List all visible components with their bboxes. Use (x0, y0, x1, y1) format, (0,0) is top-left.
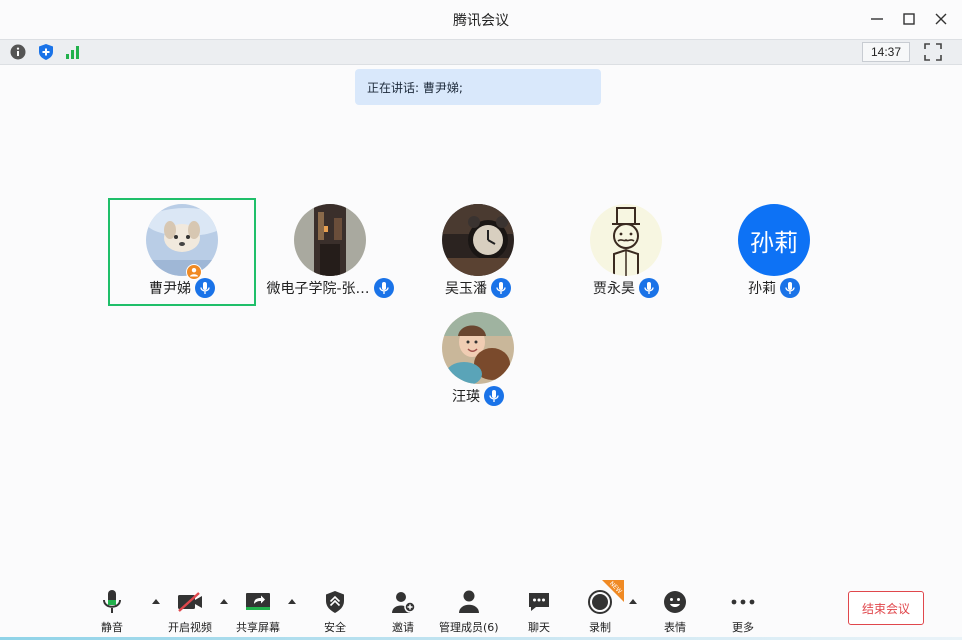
microphone-icon (785, 282, 795, 294)
meeting-info-button[interactable] (9, 43, 27, 61)
avatar (294, 204, 366, 276)
invite-label: 邀请 (392, 621, 414, 634)
participant-tile-caoyindi[interactable]: 曹尹娣 (108, 198, 256, 306)
security-button[interactable]: 安全 (321, 588, 349, 635)
mic-status-button[interactable] (195, 278, 215, 298)
participant-name: 贾永昊 (593, 281, 635, 297)
participant-name-row: 孙莉 (700, 278, 848, 298)
more-label: 更多 (732, 621, 754, 634)
reactions-button[interactable]: 表情 (661, 588, 689, 635)
participant-name-row: 曹尹娣 (110, 278, 254, 298)
participant-name-row: 吴玉潘 (404, 278, 552, 298)
security-status-button[interactable] (37, 43, 55, 61)
avatar-cartoon-top-hat-man (590, 204, 662, 276)
share-options-caret[interactable] (287, 596, 297, 606)
minimize-button[interactable] (866, 8, 888, 30)
close-icon (935, 13, 947, 25)
mic-status-button[interactable] (639, 278, 659, 298)
more-icon (731, 599, 755, 605)
microphone-icon (378, 282, 389, 294)
video-label: 开启视频 (168, 621, 212, 634)
participant-name-row: 汪瑛 (404, 386, 552, 406)
microphone-icon (489, 390, 499, 402)
chat-icon (529, 593, 549, 611)
info-bar: 14:37 (0, 39, 962, 65)
participant-name: 曹尹娣 (149, 281, 191, 297)
audio-options-caret[interactable] (151, 596, 161, 606)
reactions-label: 表情 (664, 621, 686, 634)
new-badge-icon: NEW (602, 580, 624, 602)
participant-name: 孙莉 (748, 281, 776, 297)
active-speaker-banner: 正在讲话: 曹尹娣; (355, 69, 601, 105)
network-status-button[interactable] (64, 43, 82, 61)
window-title: 腾讯会议 (453, 13, 509, 29)
video-options-caret[interactable] (219, 596, 229, 606)
avatar (442, 312, 514, 384)
avatar (590, 204, 662, 276)
avatar (442, 204, 514, 276)
fullscreen-button[interactable] (924, 43, 942, 61)
start-video-button[interactable]: 开启视频 (168, 588, 212, 635)
security-label: 安全 (324, 621, 346, 634)
microphone-icon (103, 590, 121, 613)
shield-icon (39, 44, 53, 60)
info-icon (10, 44, 26, 60)
add-user-icon (392, 592, 416, 613)
mic-status-button[interactable] (373, 278, 394, 298)
mic-status-button[interactable] (484, 386, 504, 406)
participant-name-row: 贾永昊 (552, 278, 700, 298)
video-off-icon (178, 592, 202, 612)
mute-button[interactable]: 静音 (98, 588, 126, 635)
participant-name: 吴玉潘 (445, 281, 487, 297)
avatar-photo-street-night (294, 204, 366, 276)
mic-status-button[interactable] (780, 278, 800, 298)
members-icon (458, 590, 479, 613)
mic-status-button[interactable] (491, 278, 511, 298)
close-button[interactable] (930, 8, 952, 30)
chat-label: 聊天 (528, 621, 550, 634)
chat-button[interactable]: 聊天 (525, 588, 553, 635)
meeting-toolbar: 静音 开启视频 共享屏幕 安全 邀请 管理成员(6) 聊天 NEW 录制 表情 (0, 580, 962, 640)
window-controls (866, 8, 952, 30)
avatar-photo-alarm-clock (442, 204, 514, 276)
maximize-icon (903, 13, 915, 25)
participant-name: 汪瑛 (452, 389, 480, 405)
participant-name-row: 微电子学院-张… (256, 278, 404, 298)
record-button[interactable]: NEW 录制 (586, 580, 624, 635)
mute-label: 静音 (101, 621, 123, 634)
invite-button[interactable]: 邀请 (389, 588, 417, 635)
smile-icon (664, 591, 686, 613)
participant-tile-wangying[interactable]: 汪瑛 (404, 306, 552, 414)
manage-members-button[interactable]: 管理成员(6) (439, 588, 499, 635)
record-options-caret[interactable] (628, 596, 638, 606)
share-screen-button[interactable]: 共享屏幕 (236, 588, 280, 635)
title-bar: 腾讯会议 (0, 0, 962, 38)
share-label: 共享屏幕 (236, 621, 280, 634)
avatar (146, 204, 218, 276)
avatar: 孙莉 (738, 204, 810, 276)
members-label: 管理成员(6) (439, 621, 499, 634)
avatar-text: 孙莉 (750, 228, 798, 257)
microphone-icon (496, 282, 506, 294)
avatar-photo-child-dog (442, 312, 514, 384)
meeting-clock: 14:37 (862, 42, 910, 62)
signal-icon (66, 46, 79, 59)
microphone-icon (644, 282, 654, 294)
end-meeting-button[interactable]: 结束会议 (848, 591, 924, 625)
participant-tile-wuyupan[interactable]: 吴玉潘 (404, 198, 552, 306)
shield-icon (326, 591, 344, 613)
share-screen-icon (246, 593, 270, 610)
avatar-photo-dog-sky (146, 204, 218, 276)
host-icon (190, 268, 198, 277)
participant-tile-sunli[interactable]: 孙莉 孙莉 (700, 198, 848, 306)
maximize-button[interactable] (898, 8, 920, 30)
fullscreen-icon (924, 43, 942, 61)
record-label: 录制 (589, 621, 611, 634)
microphone-icon (200, 282, 210, 294)
participant-tile-jiayonghao[interactable]: 贾永昊 (552, 198, 700, 306)
participant-tile-zhang[interactable]: 微电子学院-张… (256, 198, 404, 306)
participant-name: 微电子学院-张… (266, 281, 370, 297)
more-button[interactable]: 更多 (729, 588, 757, 635)
minimize-icon (871, 18, 883, 20)
